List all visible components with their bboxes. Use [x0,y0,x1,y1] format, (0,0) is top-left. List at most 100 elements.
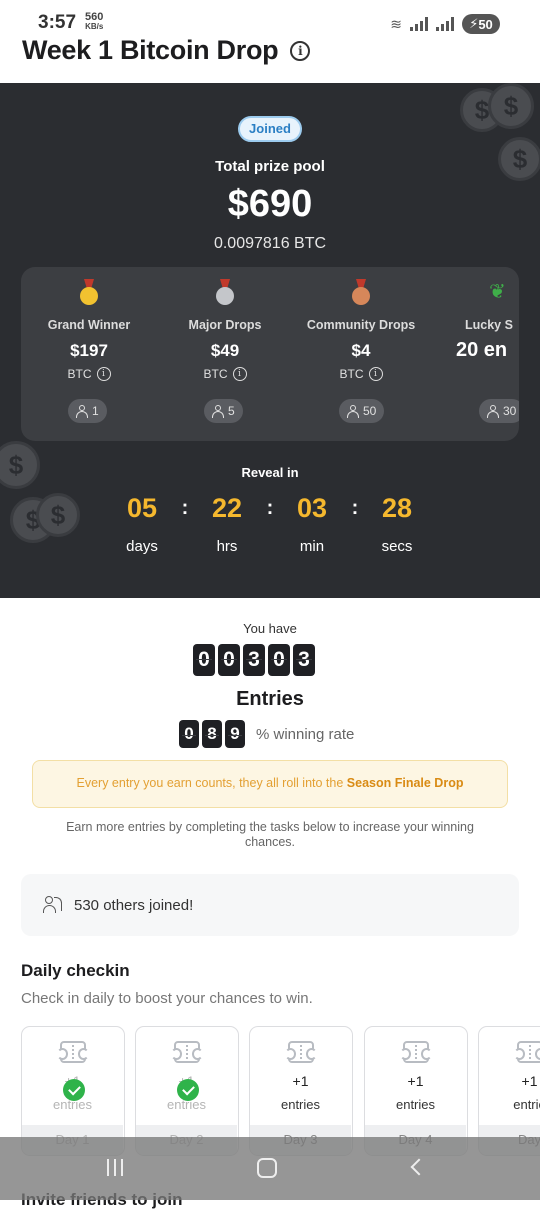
countdown-days: 05 [126,493,158,523]
home-icon[interactable] [257,1158,277,1178]
ticket-icon [514,1041,540,1063]
countdown-seconds: 28 [381,493,413,523]
system-nav-bar [0,1137,540,1200]
countdown-hours-label: hrs [216,538,238,555]
ticket-icon [400,1041,432,1063]
daily-checkin-title: Daily checkin [21,961,130,980]
info-icon[interactable]: i [368,367,383,381]
notice-highlight: Season Finale Drop [346,776,464,790]
tier-unit: BTC i [293,367,429,381]
ticket-icon [57,1041,89,1063]
silver-medal-icon [215,279,235,307]
reveal-label: Reveal in [241,465,299,480]
countdown-minutes-label: min [299,538,325,555]
status-bar: 3:57 560 KB/s ≋ ⚡ 50 [0,0,540,40]
winners-count: 5 [228,404,235,418]
person-icon [76,405,88,418]
winners-count-badge: 50 [339,399,385,423]
tier-card-grand-winner: Grand Winner $197 BTC i 1 [21,267,157,441]
participants-count: 530 others joined! [74,897,194,914]
battery-level: 50 [478,16,493,32]
winners-count-badge: 1 [68,399,107,423]
winners-count: 30 [503,404,517,418]
entries-label: Entries [236,688,304,710]
tier-unit: BTC i [157,367,293,381]
rate-digit: 9 [225,720,245,748]
notice-text: Every entry you earn counts, they all ro… [76,776,347,790]
coin-decoration-icon: $ [488,83,534,129]
page-title: Week 1 Bitcoin Drop [22,35,279,65]
day-reward-unit: entrie [513,1097,540,1112]
info-icon[interactable]: i [290,40,311,61]
tier-value: $197 [70,341,108,360]
tier-value: 20 en [456,339,508,361]
participants-card: 530 others joined! [21,874,519,936]
back-icon[interactable] [410,1158,428,1176]
entries-digit: 3 [243,644,265,676]
winning-rate-label: % winning rate [256,726,355,743]
prize-pool-label: Total prize pool [215,158,325,175]
entries-digit: 0 [268,644,290,676]
check-icon [63,1079,85,1101]
network-speed: 560 KB/s [85,12,103,32]
recent-apps-icon[interactable] [107,1159,123,1176]
earn-more-text: Earn more entries by completing the task… [66,820,474,849]
tier-unit: BTC i [21,367,157,381]
ticket-icon [171,1041,203,1063]
winning-rate-counter: 0 8 9 [179,720,245,748]
status-icons: ≋ ⚡ 50 [390,14,500,34]
entries-counter: 0 0 3 0 3 [193,644,315,676]
coin-decoration-icon: $ [36,493,80,537]
ticket-icon [285,1041,317,1063]
tier-card-lucky: ❦ Lucky S 20 en 30 [429,267,519,441]
info-icon[interactable]: i [232,367,247,381]
winners-count: 50 [363,404,377,418]
bronze-medal-icon [351,279,371,307]
status-time: 3:57 [38,12,77,33]
gold-medal-icon [79,279,99,307]
page-header: Week 1 Bitcoin Drop i [22,35,311,66]
tier-name: Community Drops [306,318,416,332]
person-icon [487,405,499,418]
battery-icon: ⚡ 50 [462,14,500,34]
prize-pool-amount: $690 [227,183,313,225]
rate-digit: 0 [179,720,199,748]
tier-value: $49 [210,341,240,360]
joined-badge: Joined [238,116,302,142]
day-reward-unit: entries [395,1097,436,1112]
countdown-hours: 22 [211,493,243,523]
countdown-seconds-label: secs [381,538,413,555]
winners-count: 1 [92,404,99,418]
signal-icon [410,17,428,31]
tier-name: Lucky S [465,318,513,332]
signal-icon-2 [436,17,454,31]
sprout-icon: ❦ [489,281,506,303]
network-speed-unit: KB/s [85,22,104,31]
wifi-icon: ≋ [390,15,402,32]
prize-pool-btc: 0.0097816 BTC [213,235,327,252]
prize-tiers-carousel[interactable]: Grand Winner $197 BTC i 1 Major Drops $49… [21,267,519,441]
day-reward-unit: entries [280,1097,321,1112]
entries-digit: 0 [193,644,215,676]
prize-hero: $ $ $ $ $ $ Joined Total prize pool $690… [0,83,540,598]
countdown-days-label: days [126,538,158,555]
day-reward: +1 [292,1073,309,1089]
check-icon [177,1079,199,1101]
day-reward: +1 [407,1073,424,1089]
tier-unit-label: BTC [339,367,364,381]
tier-card-major-drops: Major Drops $49 BTC i 5 [157,267,293,441]
you-have-label: You have [243,621,297,636]
tier-value: $4 [351,341,371,360]
winners-count-badge: 5 [204,399,243,423]
season-finale-notice: Every entry you earn counts, they all ro… [32,760,508,808]
tier-name: Major Drops [188,318,262,332]
daily-checkin-subtitle: Check in daily to boost your chances to … [21,990,313,1007]
people-icon [43,896,63,914]
countdown-minutes: 03 [296,493,328,523]
tier-name: Grand Winner [47,318,131,332]
entries-digit: 3 [293,644,315,676]
info-icon[interactable]: i [96,367,111,381]
day-reward: +1 [521,1073,538,1089]
entries-digit: 0 [218,644,240,676]
tier-unit-label: BTC [203,367,228,381]
